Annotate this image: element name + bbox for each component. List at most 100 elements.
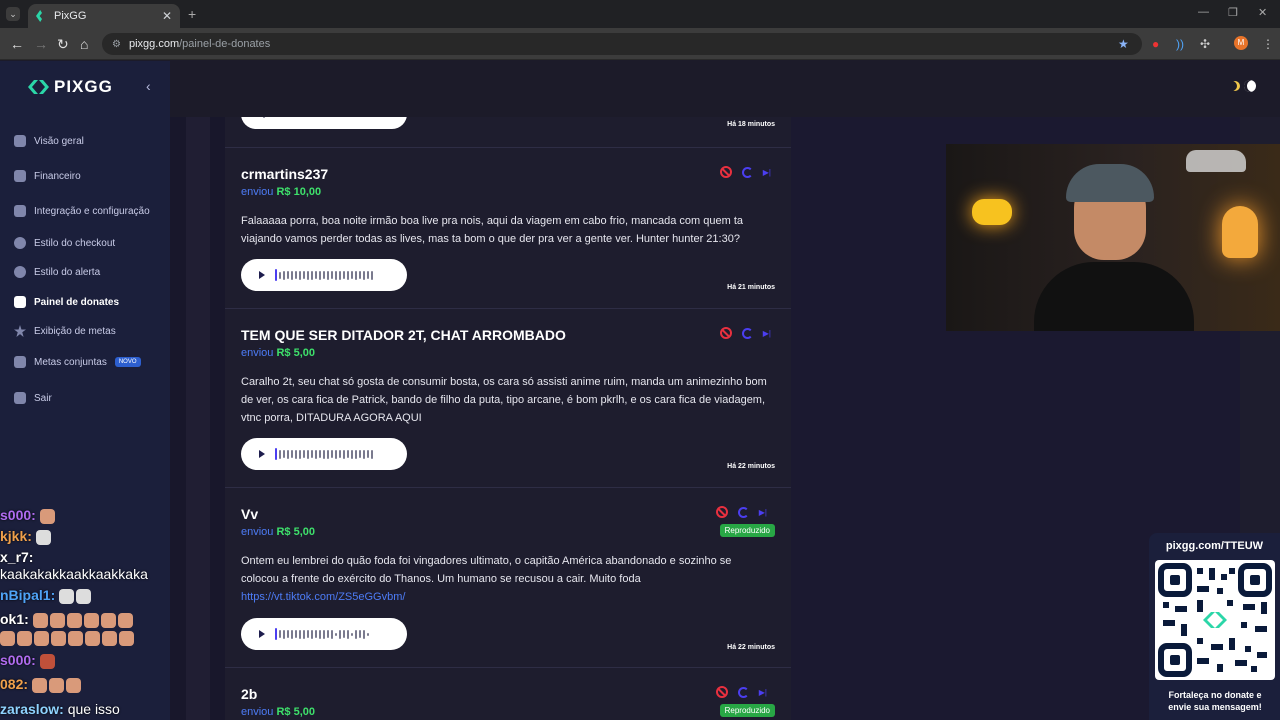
skip-icon[interactable]: ▶|	[763, 168, 771, 177]
play-icon[interactable]	[259, 271, 265, 279]
home-icon	[14, 135, 26, 147]
sidebar-item-visao-geral[interactable]: Visão geral	[14, 131, 84, 151]
chat-message: zaraslow: que isso	[0, 701, 120, 717]
close-tab-icon[interactable]: ✕	[162, 9, 172, 23]
webcam-lamp	[972, 199, 1012, 225]
emote-icon	[68, 630, 83, 646]
emote-icon	[34, 630, 49, 646]
block-icon[interactable]	[719, 327, 732, 339]
emote-icon	[35, 529, 51, 545]
skip-icon[interactable]: ▶|	[763, 329, 771, 338]
emote-icon	[100, 612, 116, 628]
donation-time: Há 22 minutos	[727, 644, 775, 651]
donations-feed[interactable]: Há 18 minutos crmartins237 enviou R$ 10,…	[225, 117, 791, 720]
new-tab-button[interactable]: +	[188, 6, 196, 22]
tab-title: PixGG	[54, 10, 87, 22]
emote-icon	[66, 612, 82, 628]
sidebar-item-financeiro[interactable]: Financeiro	[14, 166, 81, 186]
close-window-button[interactable]: ✕	[1258, 6, 1267, 19]
browser-tab[interactable]: PixGG ✕	[28, 4, 180, 28]
donation-message: Caralho 2t, seu chat só gosta de consumi…	[241, 376, 767, 424]
sidebar-item-metas-conjuntas[interactable]: Metas conjuntas NOVO	[14, 352, 141, 372]
donation-link[interactable]: https://vt.tiktok.com/ZS5eGGvbm/	[241, 591, 405, 603]
sidebar-item-integracao[interactable]: Integração e configuração	[14, 201, 150, 221]
minimize-button[interactable]: —	[1198, 6, 1209, 18]
reload-icon[interactable]: ↻	[57, 36, 69, 53]
play-icon[interactable]	[259, 630, 265, 638]
theme-toggle[interactable]	[1230, 79, 1260, 93]
back-arrow-icon[interactable]: ←	[10, 36, 24, 52]
emote-icon	[0, 630, 15, 646]
block-icon[interactable]	[715, 686, 728, 698]
address-bar[interactable]: ⚙ pixgg.com/painel-de-donates	[102, 33, 1142, 55]
collapse-sidebar-chevron-icon[interactable]: ‹	[146, 78, 151, 94]
sidebar-item-estilo-alerta[interactable]: Estilo do alerta	[14, 262, 100, 282]
emote-icon	[83, 612, 99, 628]
donation-actions: ▶|	[719, 166, 771, 178]
chat-message: nBipal1:	[0, 587, 93, 604]
donation-card: crmartins237 enviou R$ 10,00 ▶| Falaaaaa…	[225, 148, 791, 309]
replay-icon[interactable]	[741, 166, 753, 178]
emote-icon	[31, 677, 47, 693]
bookmark-star-icon[interactable]: ★	[1118, 37, 1129, 51]
emote-icon	[102, 630, 117, 646]
block-icon[interactable]	[719, 166, 732, 178]
donation-actions: ▶|	[715, 506, 767, 518]
wallet-icon	[14, 170, 26, 182]
webcam-overlay	[946, 144, 1280, 331]
emote-icon	[39, 508, 55, 524]
donation-card: Vv enviou R$ 5,00 ▶| Reproduzido Ontem e…	[225, 488, 791, 668]
played-status-badge: Reproduzido	[719, 704, 775, 717]
audio-waveform[interactable]	[275, 448, 373, 460]
pixgg-logo[interactable]: PIXGG	[28, 77, 113, 97]
donation-amount-line: enviou R$ 5,00	[241, 526, 316, 538]
audio-player[interactable]	[241, 438, 407, 470]
sidebar-item-painel-donates[interactable]: Painel de donates	[14, 292, 119, 312]
audio-player[interactable]	[241, 618, 407, 650]
emote-icon	[119, 630, 134, 646]
home-icon[interactable]: ⌂	[80, 36, 88, 52]
site-info-icon[interactable]: ⚙	[112, 39, 121, 50]
new-badge: NOVO	[114, 357, 141, 367]
extensions-puzzle-icon[interactable]: ✣	[1200, 37, 1210, 51]
extension-audio-icon[interactable]: ))	[1176, 37, 1184, 51]
palette-icon	[14, 266, 26, 278]
qr-widget-url: pixgg.com/TTEUW	[1165, 540, 1264, 552]
audio-player[interactable]	[241, 259, 407, 291]
donate-icon	[14, 296, 26, 308]
webcam-toy-car	[1186, 150, 1246, 172]
sidebar-item-sair[interactable]: Sair	[14, 388, 52, 408]
url-path: /painel-de-donates	[179, 38, 271, 50]
emote-icon	[51, 630, 66, 646]
restore-button[interactable]: ❐	[1228, 6, 1238, 19]
qr-code-graphic	[1158, 563, 1272, 677]
emote-icon	[48, 677, 64, 693]
browser-menu-icon[interactable]: ⋮	[1262, 37, 1274, 51]
profile-avatar[interactable]: M	[1234, 36, 1248, 50]
skip-icon[interactable]: ▶|	[759, 508, 767, 517]
brand-name: PIXGG	[54, 77, 113, 96]
extension-record-icon[interactable]: ●	[1152, 37, 1159, 51]
audio-waveform[interactable]	[275, 269, 373, 281]
replay-icon[interactable]	[741, 327, 753, 339]
sidebar-item-estilo-checkout[interactable]: Estilo do checkout	[14, 233, 115, 253]
forward-arrow-icon[interactable]: →	[34, 36, 48, 52]
tab-search-button[interactable]: ⌄	[6, 7, 20, 21]
skip-icon[interactable]: ▶|	[759, 688, 767, 697]
chat-message: kaakakakkaakkaakkaka	[0, 566, 148, 582]
url-domain: pixgg.com	[128, 38, 180, 50]
audio-player[interactable]	[241, 117, 407, 129]
donation-amount-line: enviou R$ 10,00	[241, 186, 322, 198]
qr-code	[1155, 560, 1275, 680]
block-icon[interactable]	[715, 506, 728, 518]
emote-icon	[17, 630, 32, 646]
audio-waveform[interactable]	[275, 628, 369, 640]
donation-amount-line: enviou R$ 5,00	[241, 706, 316, 718]
donation-card: 2b enviou R$ 5,00 ▶| Reproduzido	[225, 668, 791, 720]
audio-waveform	[259, 117, 269, 118]
replay-icon[interactable]	[737, 686, 749, 698]
play-icon[interactable]	[259, 450, 265, 458]
replay-icon[interactable]	[737, 506, 749, 518]
donation-card: TEM QUE SER DITADOR 2T, CHAT ARROMBADO e…	[225, 309, 791, 488]
sidebar-item-exibicao-metas[interactable]: Exibição de metas	[14, 321, 116, 341]
